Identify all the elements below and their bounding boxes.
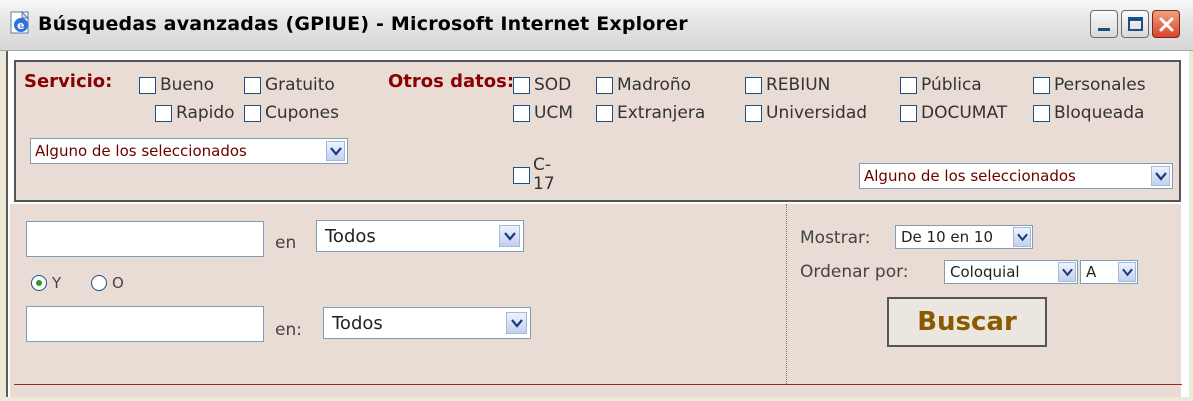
chevron-down-icon bbox=[499, 225, 520, 247]
chevron-down-icon bbox=[326, 141, 345, 161]
radio-and[interactable]: Y bbox=[31, 274, 61, 292]
checkbox-personales[interactable]: Personales bbox=[1033, 75, 1146, 95]
column-divider bbox=[786, 204, 787, 384]
chevron-down-icon bbox=[506, 312, 527, 334]
otros-datos-label: Otros datos: bbox=[388, 71, 515, 92]
en-label-2: en: bbox=[275, 320, 302, 340]
filter-panel: Servicio: Bueno Gratuito Rapido Cupones … bbox=[14, 60, 1181, 202]
buscar-button[interactable]: Buscar bbox=[887, 297, 1047, 347]
checkbox-madrono[interactable]: Madroño bbox=[596, 75, 691, 95]
order-direction-select[interactable]: A bbox=[1080, 260, 1138, 284]
checkbox-sod[interactable]: SOD bbox=[513, 75, 571, 95]
checkbox-documat[interactable]: DOCUMAT bbox=[900, 103, 1007, 123]
checkbox-rapido[interactable]: Rapido bbox=[155, 103, 235, 123]
maximize-button[interactable] bbox=[1121, 10, 1149, 38]
servicio-label: Servicio: bbox=[24, 71, 113, 92]
close-button[interactable] bbox=[1152, 10, 1180, 38]
ie-window: e Búsquedas avanzadas (GPIUE) - Microsof… bbox=[0, 0, 1193, 401]
window-title: Búsquedas avanzadas (GPIUE) - Microsoft … bbox=[38, 13, 688, 35]
search-input-2[interactable] bbox=[26, 306, 264, 342]
otros-match-select[interactable]: Alguno de los seleccionados bbox=[859, 163, 1173, 189]
checkbox-rebiun[interactable]: REBIUN bbox=[745, 75, 830, 95]
checkbox-cupones[interactable]: Cupones bbox=[244, 103, 339, 123]
checkbox-c17[interactable]: C- 17 bbox=[513, 156, 555, 194]
search-input-1[interactable] bbox=[26, 221, 264, 257]
chevron-down-icon bbox=[1118, 262, 1136, 282]
mostrar-select[interactable]: De 10 en 10 bbox=[895, 225, 1033, 249]
close-icon bbox=[1159, 17, 1174, 32]
radio-or[interactable]: O bbox=[91, 274, 124, 292]
minimize-icon bbox=[1098, 28, 1110, 31]
title-bar[interactable]: e Búsquedas avanzadas (GPIUE) - Microsof… bbox=[0, 0, 1193, 51]
ie-page-icon: e bbox=[8, 10, 34, 36]
checkbox-bueno[interactable]: Bueno bbox=[139, 75, 214, 95]
ordenar-select[interactable]: Coloquial bbox=[944, 260, 1078, 284]
minimize-button[interactable] bbox=[1090, 10, 1118, 38]
checkbox-bloqueada[interactable]: Bloqueada bbox=[1033, 103, 1144, 123]
checkbox-publica[interactable]: Pública bbox=[900, 75, 982, 95]
field-select-2[interactable]: Todos bbox=[323, 307, 531, 339]
checkbox-universidad[interactable]: Universidad bbox=[745, 103, 867, 123]
checkbox-ucm[interactable]: UCM bbox=[513, 103, 573, 123]
chevron-down-icon bbox=[1013, 227, 1031, 247]
mostrar-label: Mostrar: bbox=[800, 228, 871, 248]
chevron-down-icon bbox=[1151, 166, 1170, 186]
checkbox-gratuito[interactable]: Gratuito bbox=[244, 75, 335, 95]
section-divider bbox=[14, 384, 1182, 385]
servicio-match-select[interactable]: Alguno de los seleccionados bbox=[30, 138, 348, 164]
checkbox-extranjera[interactable]: Extranjera bbox=[596, 103, 705, 123]
ordenar-label: Ordenar por: bbox=[800, 262, 909, 282]
field-select-1[interactable]: Todos bbox=[316, 220, 524, 252]
svg-text:e: e bbox=[17, 19, 24, 32]
maximize-icon bbox=[1128, 17, 1143, 31]
chevron-down-icon bbox=[1058, 262, 1076, 282]
en-label-1: en bbox=[275, 233, 297, 253]
